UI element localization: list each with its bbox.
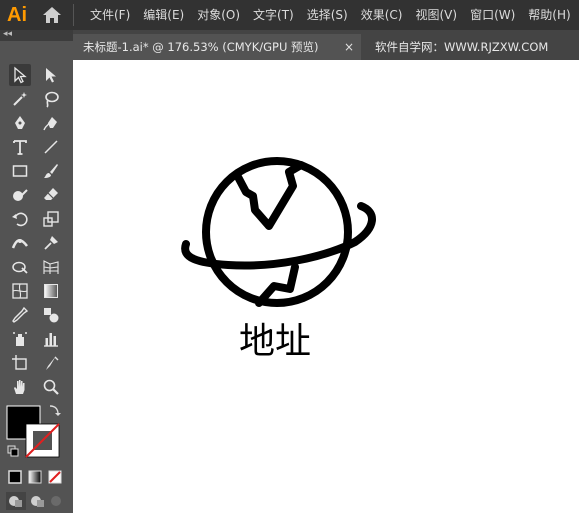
type-tool-icon[interactable]	[9, 136, 31, 158]
menu-help[interactable]: 帮助(H)	[528, 0, 570, 30]
menu-object[interactable]: 对象(O)	[197, 0, 240, 30]
shaper-tool-icon[interactable]	[9, 184, 31, 206]
main-menu: 文件(F) 编辑(E) 对象(O) 文字(T) 选择(S) 效果(C) 视图(V…	[90, 0, 579, 30]
menu-select[interactable]: 选择(S)	[307, 0, 348, 30]
tab-watermark[interactable]: 软件自学网：WWW.RJZXW.COM	[375, 34, 548, 60]
menu-bar: Ai 文件(F) 编辑(E) 对象(O) 文字(T) 选择(S) 效果(C) 视…	[0, 0, 579, 30]
blend-tool-icon[interactable]	[40, 304, 62, 326]
direct-selection-tool-icon[interactable]	[40, 64, 62, 86]
draw-mode-buttons[interactable]	[6, 492, 66, 510]
scale-tool-icon[interactable]	[40, 208, 62, 230]
width-tool-icon[interactable]	[9, 232, 31, 254]
menu-window[interactable]: 窗口(W)	[470, 0, 515, 30]
line-segment-tool-icon[interactable]	[40, 136, 62, 158]
menu-effect[interactable]: 效果(C)	[361, 0, 403, 30]
tools-panel: ◂◂	[0, 28, 73, 513]
perspective-grid-tool-icon[interactable]	[40, 256, 62, 278]
shape-builder-tool-icon[interactable]	[9, 256, 31, 278]
address-caption: 地址	[239, 321, 312, 362]
eraser-tool-icon[interactable]	[40, 184, 62, 206]
menu-file[interactable]: 文件(F)	[90, 0, 130, 30]
menu-type[interactable]: 文字(T)	[253, 0, 294, 30]
collapse-panel-icon[interactable]: ◂◂	[3, 28, 12, 40]
color-mode-buttons[interactable]	[6, 468, 66, 486]
tab-title: 未标题-1.ai* @ 176.53% (CMYK/GPU 预览)	[83, 40, 319, 54]
tab-close-button[interactable]: ×	[344, 34, 354, 60]
globe-icon[interactable]	[73, 60, 579, 513]
zoom-tool-icon[interactable]	[40, 376, 62, 398]
menu-view[interactable]: 视图(V)	[415, 0, 457, 30]
app-logo: Ai	[7, 4, 27, 26]
selection-tool-icon[interactable]	[9, 64, 31, 86]
mesh-tool-icon[interactable]	[9, 280, 31, 302]
rotate-tool-icon[interactable]	[9, 208, 31, 230]
puppet-warp-tool-icon[interactable]	[40, 232, 62, 254]
symbol-sprayer-tool-icon[interactable]	[9, 328, 31, 350]
gradient-tool-icon[interactable]	[40, 280, 62, 302]
rectangle-tool-icon[interactable]	[9, 160, 31, 182]
slice-tool-icon[interactable]	[40, 352, 62, 374]
fill-stroke-swatches[interactable]	[6, 404, 66, 462]
paintbrush-tool-icon[interactable]	[40, 160, 62, 182]
curvature-tool-icon[interactable]	[40, 112, 62, 134]
artboard-canvas[interactable]: 地址	[73, 60, 579, 513]
tab-document[interactable]: 未标题-1.ai* @ 176.53% (CMYK/GPU 预览) ×	[73, 34, 361, 60]
document-tab-bar: 未标题-1.ai* @ 176.53% (CMYK/GPU 预览) × 软件自学…	[73, 30, 579, 60]
menu-separator	[73, 4, 74, 26]
home-icon[interactable]	[42, 6, 62, 24]
magic-wand-tool-icon[interactable]	[9, 88, 31, 110]
artboard-tool-icon[interactable]	[9, 352, 31, 374]
menu-edit[interactable]: 编辑(E)	[143, 0, 184, 30]
lasso-tool-icon[interactable]	[40, 88, 62, 110]
eyedropper-tool-icon[interactable]	[9, 304, 31, 326]
pen-tool-icon[interactable]	[9, 112, 31, 134]
hand-tool-icon[interactable]	[9, 376, 31, 398]
tools-panel-header: ◂◂	[0, 28, 73, 41]
column-graph-tool-icon[interactable]	[40, 328, 62, 350]
